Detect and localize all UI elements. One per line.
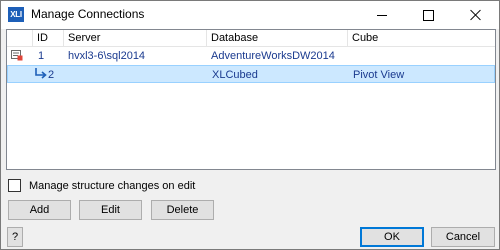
header-spacer — [7, 30, 33, 46]
cell-id: 1 — [38, 50, 45, 62]
manage-structure-label: Manage structure changes on edit — [29, 179, 196, 192]
cell-database: AdventureWorksDW2014 — [211, 50, 335, 62]
cell-server: hvxl3-6\sql2014 — [68, 50, 146, 62]
maximize-button[interactable] — [405, 1, 451, 29]
title-bar: XLI Manage Connections — [1, 1, 499, 29]
cancel-button[interactable]: Cancel — [431, 227, 495, 247]
grid-header: ID Server Database Cube — [7, 30, 495, 47]
column-header-database[interactable]: Database — [207, 30, 348, 46]
table-row[interactable]: 2 XLCubed Pivot View — [7, 65, 495, 83]
connection-icon — [11, 50, 23, 61]
maximize-icon — [422, 9, 434, 21]
manage-structure-checkbox[interactable] — [8, 179, 21, 192]
column-header-id[interactable]: ID — [33, 30, 64, 46]
add-button[interactable]: Add — [8, 200, 71, 220]
column-header-cube[interactable]: Cube — [348, 30, 495, 46]
child-arrow-icon — [35, 68, 47, 79]
minimize-icon — [377, 14, 387, 16]
minimize-button[interactable] — [359, 1, 405, 29]
ok-button[interactable]: OK — [360, 227, 424, 247]
app-icon: XLI — [8, 7, 24, 22]
close-button[interactable] — [453, 1, 499, 29]
manage-structure-option[interactable]: Manage structure changes on edit — [8, 179, 195, 192]
cell-cube: Pivot View — [353, 69, 405, 81]
column-header-server[interactable]: Server — [64, 30, 207, 46]
cell-id: 2 — [48, 69, 55, 81]
delete-button[interactable]: Delete — [151, 200, 214, 220]
close-icon — [470, 9, 482, 21]
cell-database: XLCubed — [212, 69, 258, 81]
manage-connections-dialog: XLI Manage Connections ID Server Databas… — [0, 0, 500, 250]
table-row[interactable]: 1 hvxl3-6\sql2014 AdventureWorksDW2014 — [7, 47, 495, 65]
connections-grid[interactable]: ID Server Database Cube 1 hvxl3-6\sql201… — [6, 29, 496, 170]
edit-button[interactable]: Edit — [79, 200, 142, 220]
window-title: Manage Connections — [31, 7, 145, 21]
help-button[interactable]: ? — [7, 227, 23, 247]
